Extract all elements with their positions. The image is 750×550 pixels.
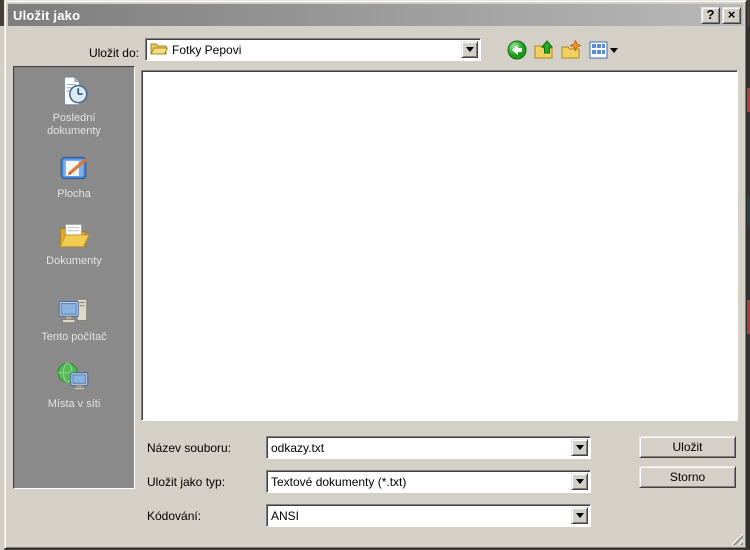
chevron-down-icon [610, 48, 618, 53]
navigation-toolbar [507, 40, 619, 60]
filename-combobox[interactable] [266, 436, 591, 459]
close-button[interactable]: × [722, 7, 741, 24]
filename-label: Název souboru: [147, 441, 262, 455]
place-network[interactable]: Místa v síti [14, 361, 134, 411]
open-folder-icon [150, 41, 168, 59]
place-label: Plocha [28, 188, 120, 201]
filetype-dropdown-button[interactable] [571, 473, 588, 490]
back-icon [507, 40, 527, 60]
place-documents[interactable]: Dokumenty [14, 218, 134, 268]
filetype-combobox[interactable]: Textové dokumenty (*.txt) [266, 470, 591, 493]
encoding-value: ANSI [271, 509, 568, 523]
place-label: Místa v síti [28, 398, 120, 411]
new-folder-button[interactable] [561, 40, 581, 60]
place-label: Tento počítač [28, 331, 120, 344]
place-recent-documents[interactable]: Poslední dokumenty [14, 75, 134, 138]
location-value: Fotky Pepovi [168, 43, 241, 57]
up-one-level-button[interactable] [534, 40, 554, 60]
recent-documents-icon [57, 75, 91, 109]
up-folder-icon [534, 40, 554, 60]
network-places-icon [56, 361, 92, 395]
documents-icon [56, 218, 92, 252]
place-label: Dokumenty [28, 255, 120, 268]
save-as-dialog: Uložit jako ? × Uložit do: Fotky Pepovi [4, 0, 747, 549]
filetype-value: Textové dokumenty (*.txt) [271, 475, 568, 489]
save-in-label: Uložit do: [33, 46, 139, 60]
location-combobox[interactable]: Fotky Pepovi [145, 38, 481, 61]
places-bar: Poslední dokumenty Plocha Dokumenty [13, 66, 135, 489]
encoding-dropdown-button[interactable] [571, 507, 588, 524]
back-button[interactable] [507, 40, 527, 60]
save-button[interactable]: Uložit [639, 436, 736, 458]
cancel-button[interactable]: Storno [639, 466, 736, 488]
filename-input[interactable] [269, 439, 569, 456]
encoding-label: Kódování: [147, 509, 262, 523]
chevron-down-icon [576, 513, 584, 518]
encoding-combobox[interactable]: ANSI [266, 504, 591, 527]
window-title: Uložit jako [8, 8, 80, 23]
place-label: Poslední dokumenty [28, 112, 120, 138]
location-dropdown-button[interactable] [461, 41, 478, 58]
new-folder-icon [561, 40, 581, 60]
place-my-computer[interactable]: Tento počítač [14, 294, 134, 344]
views-icon [589, 41, 608, 59]
filename-dropdown-button[interactable] [571, 439, 588, 456]
file-list-area[interactable] [141, 70, 738, 421]
chevron-down-icon [576, 479, 584, 484]
chevron-down-icon [466, 47, 474, 52]
my-computer-icon [56, 294, 92, 328]
place-desktop[interactable]: Plocha [14, 151, 134, 201]
resize-grip[interactable] [730, 532, 743, 545]
chevron-down-icon [576, 445, 584, 450]
filetype-label: Uložit jako typ: [147, 475, 262, 489]
titlebar[interactable]: Uložit jako ? × [8, 4, 743, 26]
view-menu-button[interactable] [588, 40, 619, 60]
help-button[interactable]: ? [701, 7, 720, 24]
desktop-icon [57, 151, 91, 185]
